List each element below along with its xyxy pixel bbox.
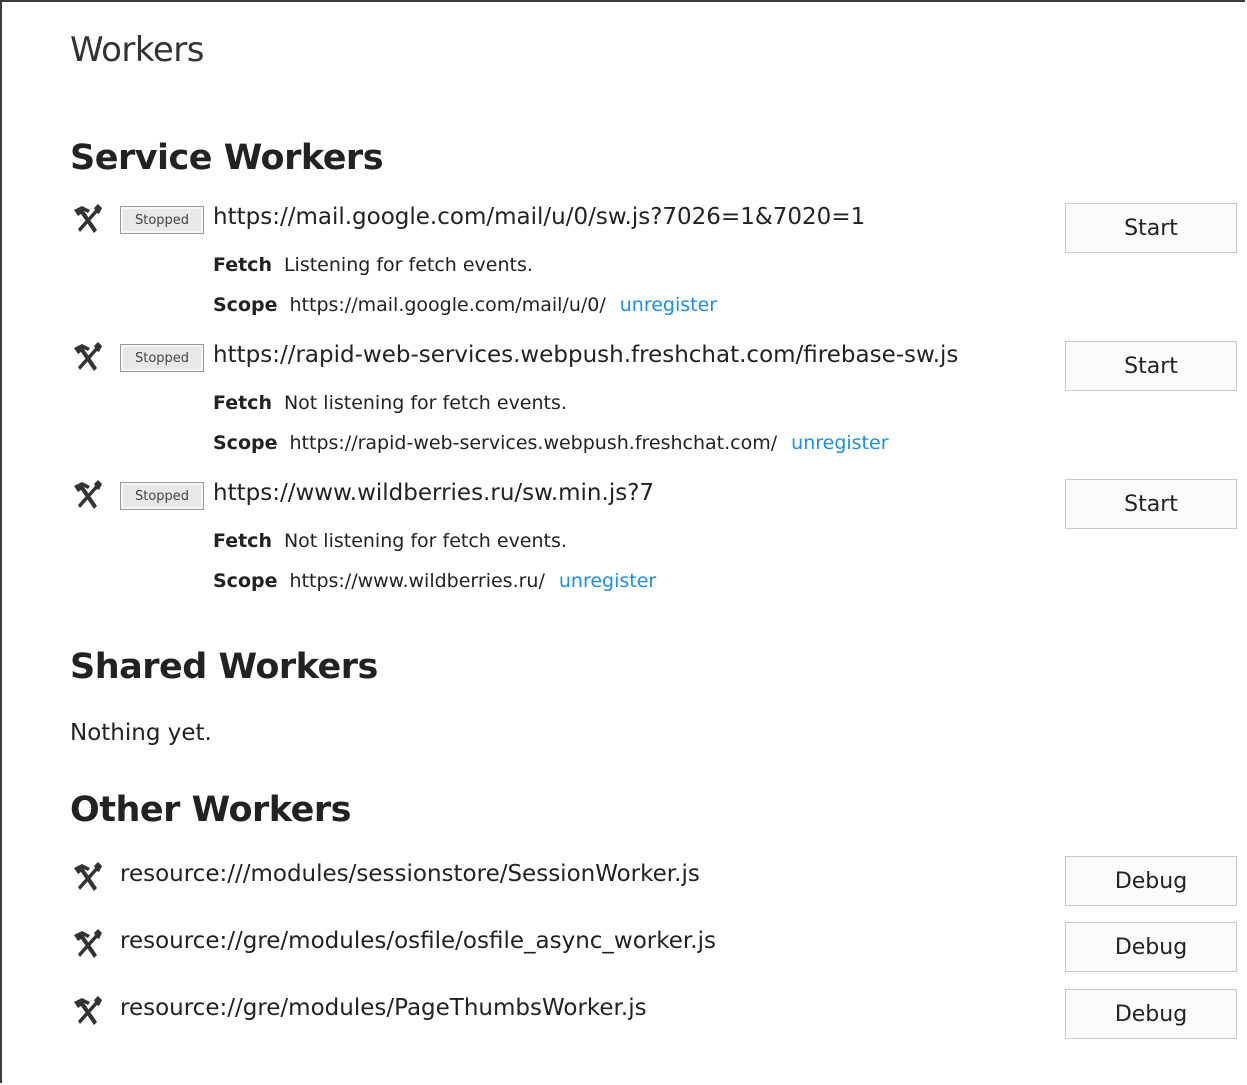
debug-tools-icon (74, 480, 102, 509)
start-button[interactable]: Start (1065, 203, 1237, 253)
other-workers-heading: Other Workers (70, 790, 351, 830)
fetch-label: Fetch (213, 392, 272, 414)
fetch-value: Listening for fetch events. (283, 254, 533, 276)
shared-workers-heading: Shared Workers (70, 647, 378, 687)
unregister-link[interactable]: unregister (791, 432, 888, 454)
worker-url: resource:///modules/sessionstore/Session… (120, 861, 700, 887)
fetch-label: Fetch (213, 254, 272, 276)
debug-tools-icon (74, 862, 102, 891)
scope-value: https://rapid-web-services.webpush.fresh… (289, 432, 778, 454)
debug-tools-icon (74, 204, 102, 233)
scope-detail: Scope https://rapid-web-services.webpush.… (213, 432, 889, 454)
worker-url: https://www.wildberries.ru/sw.min.js?7 (213, 480, 655, 506)
scope-label: Scope (213, 570, 278, 592)
page-title: Workers (70, 30, 205, 70)
status-badge: Stopped (120, 206, 204, 234)
worker-url: https://rapid-web-services.webpush.fresh… (213, 342, 959, 368)
worker-url: resource://gre/modules/osfile/osfile_asy… (120, 928, 716, 954)
unregister-link[interactable]: unregister (620, 294, 717, 316)
debug-tools-icon (74, 342, 102, 371)
worker-url: https://mail.google.com/mail/u/0/sw.js?7… (213, 204, 866, 230)
fetch-value: Not listening for fetch events. (283, 392, 567, 414)
debug-tools-icon (74, 996, 102, 1025)
scope-value: https://mail.google.com/mail/u/0/ (289, 294, 606, 316)
status-badge: Stopped (120, 344, 204, 372)
fetch-label: Fetch (213, 530, 272, 552)
debug-tools-icon (74, 929, 102, 958)
debug-button[interactable]: Debug (1065, 856, 1237, 906)
scope-label: Scope (213, 294, 278, 316)
start-button[interactable]: Start (1065, 479, 1237, 529)
scope-value: https://www.wildberries.ru/ (289, 570, 545, 592)
scope-label: Scope (213, 432, 278, 454)
unregister-link[interactable]: unregister (559, 570, 656, 592)
fetch-value: Not listening for fetch events. (283, 530, 567, 552)
scope-detail: Scope https://www.wildberries.ru/unregist… (213, 570, 656, 592)
service-workers-heading: Service Workers (70, 138, 384, 178)
scope-detail: Scope https://mail.google.com/mail/u/0/un… (213, 294, 717, 316)
shared-workers-empty-text: Nothing yet. (70, 720, 212, 746)
status-badge: Stopped (120, 482, 204, 510)
fetch-detail: Fetch Not listening for fetch events. (213, 392, 567, 414)
fetch-detail: Fetch Not listening for fetch events. (213, 530, 567, 552)
debug-button[interactable]: Debug (1065, 922, 1237, 972)
start-button[interactable]: Start (1065, 341, 1237, 391)
worker-url: resource://gre/modules/PageThumbsWorker.… (120, 995, 647, 1021)
fetch-detail: Fetch Listening for fetch events. (213, 254, 533, 276)
debug-button[interactable]: Debug (1065, 989, 1237, 1039)
